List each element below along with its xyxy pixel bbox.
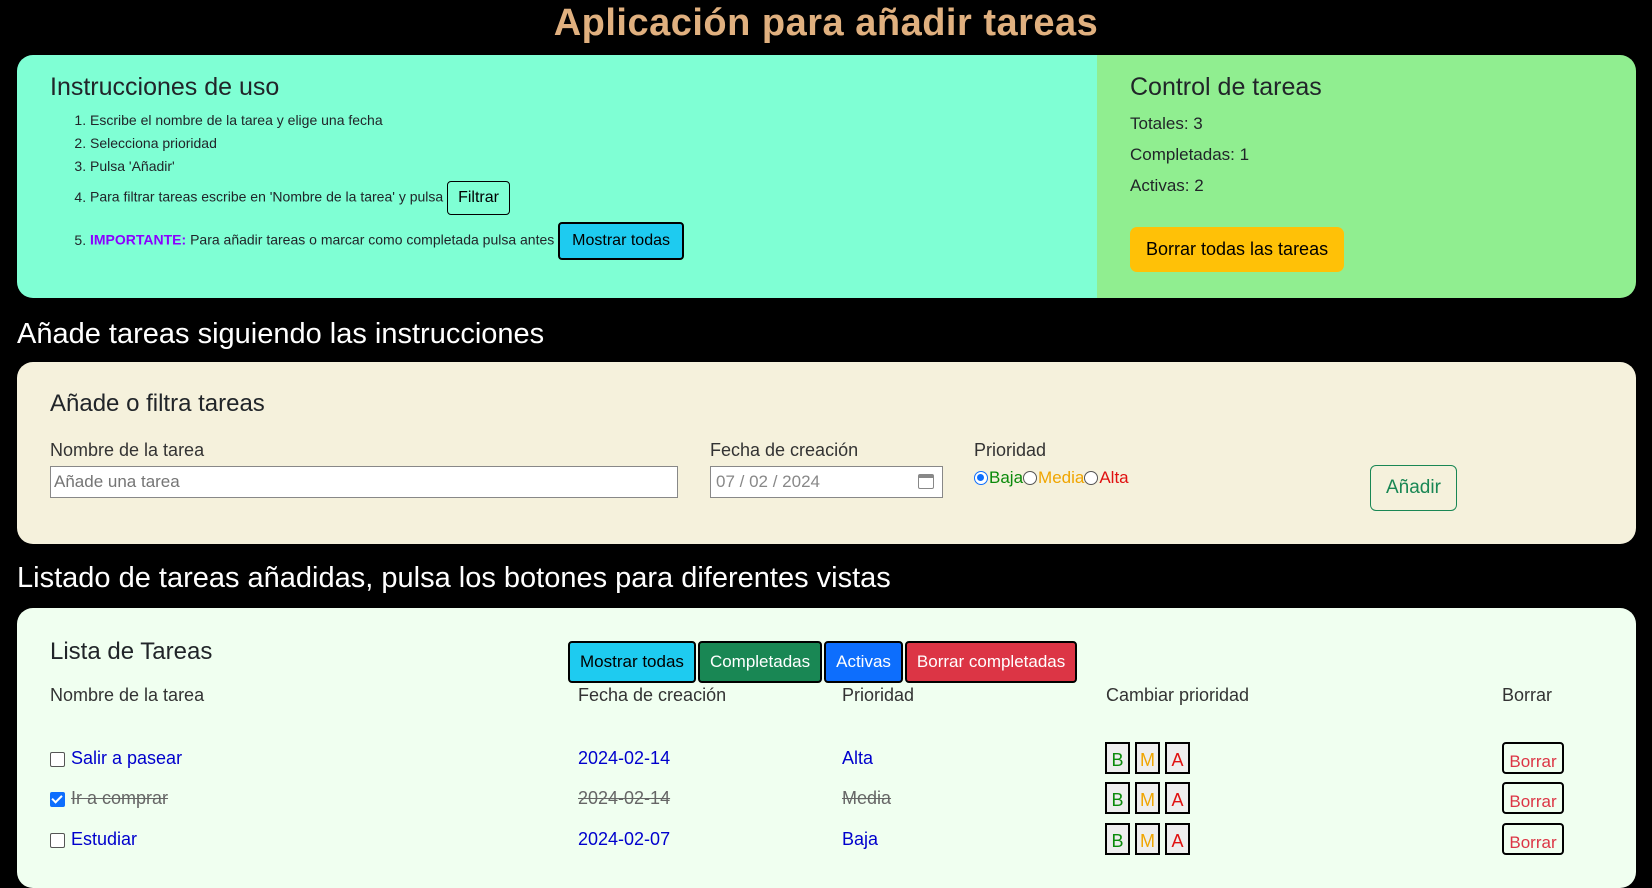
instruction-step-3: Pulsa 'Añadir': [90, 158, 1064, 174]
task-priority: Media: [842, 788, 892, 808]
task-row: Ir a comprar 2024-02-14 Media B M A Borr…: [17, 782, 1636, 818]
instruction-step-4-text: Para filtrar tareas escribe en 'Nombre d…: [90, 188, 444, 205]
priority-label: Prioridad: [974, 440, 1047, 460]
instruction-step-2: Selecciona prioridad: [90, 135, 1064, 151]
set-priority-media-button[interactable]: M: [1135, 782, 1160, 814]
priority-option-baja: Baja: [989, 468, 1024, 487]
top-panel: Instrucciones de uso Escribe el nombre d…: [17, 55, 1636, 298]
delete-task-button[interactable]: Borrar: [1502, 782, 1564, 814]
column-header-date: Fecha de creación: [578, 685, 727, 705]
set-priority-alta-button[interactable]: A: [1165, 782, 1190, 814]
active-view-button[interactable]: Activas: [824, 641, 903, 683]
column-header-priority: Prioridad: [842, 685, 915, 705]
set-priority-baja-button[interactable]: B: [1105, 742, 1130, 774]
instructions-panel: Instrucciones de uso Escribe el nombre d…: [17, 55, 1097, 298]
instruction-step-5-text: Para añadir tareas o marcar como complet…: [190, 231, 555, 248]
priority-radio-group: Baja Media Alta: [974, 468, 1129, 488]
task-name-input[interactable]: [50, 466, 678, 498]
task-name: Salir a pasear: [71, 748, 183, 768]
priority-field: Prioridad Baja Media Alta: [974, 440, 1129, 488]
set-priority-media-button[interactable]: M: [1135, 823, 1160, 855]
task-priority: Baja: [842, 829, 879, 849]
instructions-list: Escribe el nombre de la tarea y elige un…: [50, 112, 1064, 260]
task-row: Salir a pasear 2024-02-14 Alta B M A Bor…: [17, 742, 1636, 778]
instructions-title: Instrucciones de uso: [50, 73, 280, 101]
add-section-heading: Añade tareas siguiendo las instrucciones: [17, 318, 545, 350]
delete-all-tasks-button[interactable]: Borrar todas las tareas: [1130, 227, 1345, 272]
add-task-form: Añade o filtra tareas Nombre de la tarea…: [17, 362, 1636, 544]
task-date: 2024-02-14: [578, 788, 671, 808]
priority-buttons: B M A: [1105, 742, 1190, 774]
task-priority: Alta: [842, 748, 874, 768]
total-count: Totales: 3: [1130, 114, 1203, 133]
task-checkbox[interactable]: [50, 792, 65, 807]
calendar-icon[interactable]: [918, 474, 934, 489]
task-list-panel: Lista de Tareas Mostrar todas Completada…: [17, 608, 1636, 888]
task-row: Estudiar 2024-02-07 Baja B M A Borrar: [17, 823, 1636, 859]
set-priority-media-button[interactable]: M: [1135, 742, 1160, 774]
priority-buttons: B M A: [1105, 823, 1190, 855]
important-label: IMPORTANTE:: [90, 231, 187, 248]
control-title: Control de tareas: [1130, 73, 1322, 101]
priority-option-media: Media: [1038, 468, 1085, 487]
task-name-field: Nombre de la tarea: [50, 440, 678, 498]
instruction-step-4: Para filtrar tareas escribe en 'Nombre d…: [90, 181, 1064, 215]
set-priority-baja-button[interactable]: B: [1105, 782, 1130, 814]
task-list-title: Lista de Tareas: [50, 638, 213, 665]
column-header-change-priority: Cambiar prioridad: [1106, 685, 1250, 705]
app-title: Aplicación para añadir tareas: [553, 2, 1099, 44]
task-date: 2024-02-14: [578, 748, 671, 768]
view-buttons: Mostrar todas Completadas Activas Borrar…: [568, 641, 1078, 683]
instruction-step-5: IMPORTANTE: Para añadir tareas o marcar …: [90, 222, 1064, 260]
delete-task-button[interactable]: Borrar: [1502, 742, 1564, 774]
creation-date-label: Fecha de creación: [710, 440, 859, 460]
priority-radio-media[interactable]: [1023, 471, 1038, 485]
task-checkbox[interactable]: [50, 752, 65, 767]
priority-buttons: B M A: [1105, 782, 1190, 814]
column-header-name: Nombre de la tarea: [50, 685, 205, 705]
creation-date-field: Fecha de creación 07 / 02 / 2024: [710, 440, 943, 498]
priority-radio-baja[interactable]: [974, 471, 988, 485]
completed-count: Completadas: 1: [1130, 145, 1250, 164]
list-section-heading: Listado de tareas añadidas, pulsa los bo…: [17, 562, 891, 594]
creation-date-value: 07 / 02 / 2024: [716, 472, 820, 491]
show-all-button-instructions[interactable]: Mostrar todas: [558, 222, 684, 260]
delete-task-button[interactable]: Borrar: [1502, 823, 1564, 855]
instruction-step-1: Escribe el nombre de la tarea y elige un…: [90, 112, 1064, 128]
task-name-label: Nombre de la tarea: [50, 440, 205, 460]
active-count: Activas: 2: [1130, 176, 1204, 195]
task-name: Estudiar: [71, 829, 138, 849]
priority-radio-alta[interactable]: [1084, 471, 1099, 485]
set-priority-baja-button[interactable]: B: [1105, 823, 1130, 855]
show-all-button[interactable]: Mostrar todas: [568, 641, 696, 683]
task-date: 2024-02-07: [578, 829, 671, 849]
add-form-title: Añade o filtra tareas: [50, 390, 265, 417]
completed-view-button[interactable]: Completadas: [697, 641, 823, 683]
priority-option-alta: Alta: [1099, 468, 1129, 487]
set-priority-alta-button[interactable]: A: [1165, 823, 1190, 855]
task-name: Ir a comprar: [71, 788, 169, 808]
creation-date-input[interactable]: 07 / 02 / 2024: [710, 466, 943, 498]
clear-completed-button[interactable]: Borrar completadas: [904, 641, 1078, 683]
task-control-panel: Control de tareas Totales: 3 Completadas…: [1097, 55, 1636, 298]
add-task-button[interactable]: Añadir: [1370, 465, 1457, 511]
task-checkbox[interactable]: [50, 833, 65, 848]
column-header-delete: Borrar: [1502, 685, 1553, 705]
filter-button[interactable]: Filtrar: [447, 181, 510, 215]
set-priority-alta-button[interactable]: A: [1165, 742, 1190, 774]
